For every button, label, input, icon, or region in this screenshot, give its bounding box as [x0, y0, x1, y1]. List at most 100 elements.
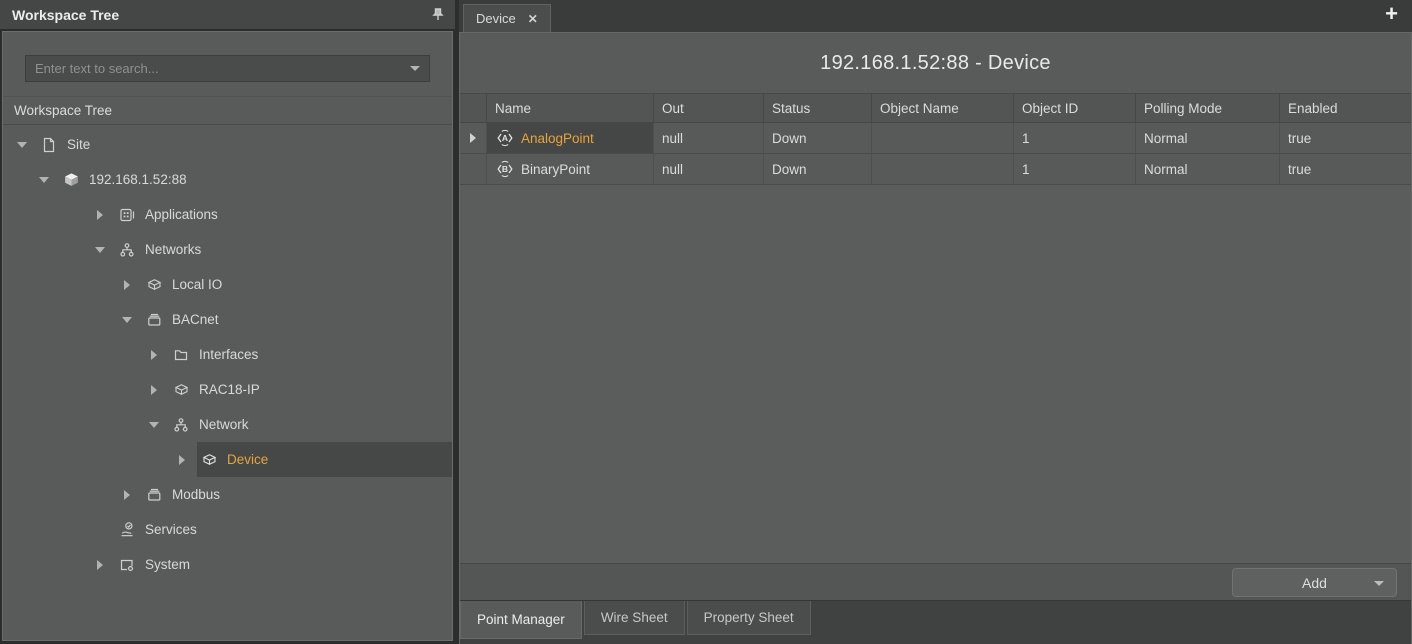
- controller-icon: [61, 171, 81, 189]
- workspace-tree: Site 192.168.1.52:88: [3, 125, 452, 582]
- table-row[interactable]: B BinaryPoint null Down 1 Normal true: [460, 154, 1411, 185]
- tree-item-label: Applications: [145, 207, 218, 222]
- svg-text:A: A: [502, 133, 508, 143]
- tree-item-label: 192.168.1.52:88: [89, 172, 187, 187]
- workspace-tree-panel: Workspace Tree Workspace Tree: [0, 0, 455, 644]
- workspace-tree-body: Workspace Tree Site: [2, 31, 453, 641]
- polling-mode-cell: Normal: [1136, 123, 1280, 153]
- out-cell: null: [654, 154, 764, 184]
- applications-icon: [117, 206, 137, 224]
- table-empty-area: [460, 185, 1411, 563]
- expander-collapsed-icon[interactable]: [93, 560, 107, 570]
- tree-item-rac18-ip[interactable]: RAC18-IP: [3, 372, 452, 407]
- polling-mode-cell: Normal: [1136, 154, 1280, 184]
- tree-item-applications[interactable]: Applications: [3, 197, 452, 232]
- column-header-status[interactable]: Status: [764, 94, 872, 122]
- expander-collapsed-icon[interactable]: [120, 490, 134, 500]
- expander-expanded-icon[interactable]: [15, 142, 29, 148]
- tree-item-bacnet[interactable]: BACnet: [3, 302, 452, 337]
- name-cell: B BinaryPoint: [487, 154, 654, 184]
- row-selector: [460, 123, 487, 153]
- stack-icon: [144, 311, 164, 329]
- tab-device[interactable]: Device ✕: [463, 4, 551, 32]
- expander-expanded-icon[interactable]: [37, 177, 51, 183]
- search-combobox[interactable]: [25, 55, 430, 82]
- enabled-cell: true: [1280, 123, 1411, 153]
- object-name-cell: [872, 123, 1014, 153]
- tab-point-manager[interactable]: Point Manager: [460, 601, 582, 639]
- workspace-tree-header: Workspace Tree: [0, 0, 455, 30]
- tree-item-interfaces[interactable]: Interfaces: [3, 337, 452, 372]
- pin-icon[interactable]: [431, 7, 445, 23]
- tree-item-label: Modbus: [172, 487, 220, 502]
- tab-bar: Device ✕ +: [459, 0, 1412, 32]
- expander-collapsed-icon[interactable]: [175, 455, 189, 465]
- network-icon: [171, 416, 191, 434]
- tree-item-services[interactable]: Services: [3, 512, 452, 547]
- search-input[interactable]: [35, 61, 410, 76]
- column-header-object-name[interactable]: Object Name: [872, 94, 1014, 122]
- expander-expanded-icon[interactable]: [147, 422, 161, 428]
- tree-item-network[interactable]: Network: [3, 407, 452, 442]
- services-icon: [117, 521, 137, 539]
- table-row[interactable]: A AnalogPoint null Down 1 Normal true: [460, 123, 1411, 154]
- cube-icon: [199, 451, 219, 469]
- workspace-tree-title: Workspace Tree: [12, 7, 119, 23]
- tree-item-modbus[interactable]: Modbus: [3, 477, 452, 512]
- add-button-label: Add: [1302, 575, 1327, 591]
- tree-selection: Device: [197, 442, 452, 477]
- status-cell: Down: [764, 154, 872, 184]
- stack-icon: [144, 486, 164, 504]
- object-id-cell: 1: [1014, 154, 1136, 184]
- chevron-down-icon[interactable]: [410, 66, 420, 71]
- system-icon: [117, 556, 137, 574]
- view-title: 192.168.1.52:88 - Device: [460, 33, 1411, 93]
- tree-item-networks[interactable]: Networks: [3, 232, 452, 267]
- enabled-cell: true: [1280, 154, 1411, 184]
- status-cell: Down: [764, 123, 872, 153]
- expander-expanded-icon[interactable]: [120, 317, 134, 323]
- application-window: Workspace Tree Workspace Tree: [0, 0, 1412, 644]
- close-icon[interactable]: ✕: [528, 13, 538, 25]
- plus-icon[interactable]: +: [1385, 3, 1398, 25]
- expander-expanded-icon[interactable]: [93, 247, 107, 253]
- expander-collapsed-icon[interactable]: [147, 385, 161, 395]
- add-button[interactable]: Add: [1232, 568, 1397, 597]
- tree-item-label: System: [145, 557, 190, 572]
- tab-property-sheet[interactable]: Property Sheet: [687, 601, 811, 635]
- tree-item-site[interactable]: Site: [3, 127, 452, 162]
- tree-item-device[interactable]: Device: [3, 442, 452, 477]
- view-tab-bar: Point Manager Wire Sheet Property Sheet: [460, 600, 1411, 644]
- row-selector: [460, 154, 487, 184]
- expander-collapsed-icon[interactable]: [93, 210, 107, 220]
- row-marker-icon: [470, 133, 476, 143]
- svg-text:B: B: [502, 164, 508, 174]
- column-header-name[interactable]: Name: [487, 94, 654, 122]
- cube-icon: [144, 276, 164, 294]
- object-id-cell: 1: [1014, 123, 1136, 153]
- network-icon: [117, 241, 137, 259]
- tree-item-label: Network: [199, 417, 249, 432]
- binary-point-icon: B: [495, 159, 515, 179]
- table-header-row: Name Out Status Object Name Object ID Po…: [460, 93, 1411, 123]
- name-cell: A AnalogPoint: [487, 123, 654, 153]
- tree-item-system[interactable]: System: [3, 547, 452, 582]
- column-header-enabled[interactable]: Enabled: [1280, 94, 1411, 122]
- column-header-polling-mode[interactable]: Polling Mode: [1136, 94, 1280, 122]
- expander-collapsed-icon[interactable]: [147, 350, 161, 360]
- tab-label: Device: [476, 11, 516, 26]
- tree-item-label: RAC18-IP: [199, 382, 260, 397]
- point-name: BinaryPoint: [521, 162, 590, 177]
- tree-item-controller[interactable]: 192.168.1.52:88: [3, 162, 452, 197]
- tree-item-local-io[interactable]: Local IO: [3, 267, 452, 302]
- column-header-out[interactable]: Out: [654, 94, 764, 122]
- column-header-object-id[interactable]: Object ID: [1014, 94, 1136, 122]
- tab-wire-sheet[interactable]: Wire Sheet: [584, 601, 685, 635]
- chevron-down-icon[interactable]: [1374, 581, 1384, 586]
- action-bar: Add: [460, 563, 1411, 600]
- point-name: AnalogPoint: [521, 131, 594, 146]
- main-panel: Device ✕ + 192.168.1.52:88 - Device Name…: [459, 0, 1412, 644]
- out-cell: null: [654, 123, 764, 153]
- expander-collapsed-icon[interactable]: [120, 280, 134, 290]
- search-area: [3, 32, 452, 96]
